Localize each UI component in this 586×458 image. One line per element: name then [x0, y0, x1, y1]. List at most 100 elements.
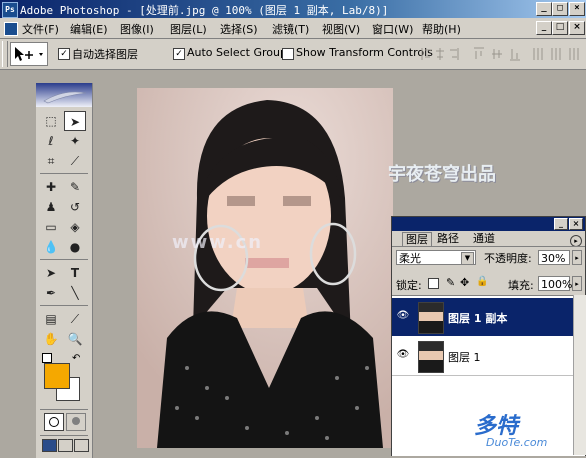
type-tool-icon[interactable]: T [64, 263, 86, 283]
menu-select[interactable]: 选择(S) [220, 21, 258, 37]
zoom-tool-icon[interactable]: 🔍 [64, 329, 86, 349]
marquee-tool-icon[interactable]: ⬚ [40, 111, 62, 131]
layer-thumbnail [418, 341, 444, 373]
menu-image[interactable]: 图像(I) [120, 21, 154, 37]
doc-close-button[interactable]: × [569, 21, 585, 35]
document-canvas[interactable] [137, 88, 393, 448]
notes-tool-icon[interactable]: ▤ [40, 309, 62, 329]
blend-mode-select[interactable]: 柔光 ▼ [396, 250, 476, 265]
toolbox: ⬚ ➤ ℓ ✦ ⌗ ⟋ ✚ ✎ ♟ ↺ ▭ ◈ 💧 ● ➤ T ✒ ╲ ▤ ⟋ … [36, 83, 93, 458]
lock-all-icon[interactable]: 🔒 [476, 276, 488, 287]
portrait-photo [137, 88, 393, 448]
crop-tool-icon[interactable]: ⌗ [40, 151, 62, 171]
blend-mode-value: 柔光 [399, 252, 421, 265]
document-icon[interactable] [4, 22, 18, 36]
panel-divider [392, 246, 585, 247]
opacity-input[interactable]: 30% [538, 250, 570, 265]
healing-brush-tool-icon[interactable]: ✚ [40, 177, 62, 197]
fill-slider-toggle-icon[interactable]: ▸ [572, 276, 582, 291]
history-brush-tool-icon[interactable]: ↺ [64, 197, 86, 217]
quick-mask-icon[interactable] [66, 413, 86, 431]
auto-select-groups-checkbox[interactable]: ✓ [173, 48, 185, 60]
grip-handle[interactable] [2, 41, 8, 67]
auto-select-groups-label: Auto Select Groups [187, 46, 293, 59]
opacity-label: 不透明度: [484, 252, 532, 265]
canvas-watermark: 宇夜苍穹出品 [388, 164, 496, 185]
foreground-color-swatch[interactable] [44, 363, 70, 389]
minimize-button[interactable]: _ [536, 2, 552, 16]
auto-select-layer-label: 自动选择图层 [72, 48, 138, 61]
doc-restore-button[interactable]: □ [552, 21, 568, 35]
lock-position-icon[interactable]: ✥ [460, 276, 469, 289]
line-tool-icon[interactable]: ╲ [64, 283, 86, 303]
lock-pixels-icon[interactable]: ✎ [446, 276, 455, 289]
eyedropper-tool-icon[interactable]: ⟋ [64, 309, 86, 329]
panel-close-button[interactable]: × [569, 218, 583, 230]
layers-panel-titlebar[interactable]: _ × [392, 217, 585, 231]
full-screen-icon[interactable] [74, 439, 89, 452]
tab-channels[interactable]: 通道 [470, 232, 498, 246]
menu-window[interactable]: 窗口(W) [372, 21, 413, 37]
slice-tool-icon[interactable]: ⟋ [64, 151, 86, 171]
fill-input[interactable]: 100% [538, 276, 572, 291]
layer-row[interactable]: 👁 图层 1 [392, 337, 585, 376]
brand-watermark-url: DuoTe.com [486, 436, 548, 449]
pen-tool-icon[interactable]: ✒ [40, 283, 62, 303]
lasso-tool-icon[interactable]: ℓ [40, 131, 62, 151]
opacity-slider-toggle-icon[interactable]: ▸ [572, 250, 582, 265]
menu-file[interactable]: 文件(F) [22, 21, 59, 37]
standard-screen-icon[interactable] [42, 439, 57, 452]
toolbox-header-feather-icon[interactable] [36, 83, 92, 107]
eye-icon[interactable]: 👁 [396, 349, 410, 361]
tool-preset-picker[interactable] [10, 42, 48, 66]
tab-layers[interactable]: 图层 [402, 232, 432, 247]
layer-row-selected[interactable]: 👁 图层 1 副本 [392, 298, 585, 336]
chevron-down-icon: ▼ [461, 252, 474, 265]
menu-help[interactable]: 帮助(H) [422, 21, 461, 37]
show-transform-checkbox[interactable] [282, 48, 294, 60]
menu-layer[interactable]: 图层(L) [170, 21, 207, 37]
menu-filter[interactable]: 滤镜(T) [272, 21, 309, 37]
toolbox-divider [40, 435, 88, 436]
fill-label: 填充: [508, 279, 534, 292]
toolbox-divider [40, 259, 88, 260]
blur-tool-icon[interactable]: 💧 [40, 237, 62, 257]
paint-bucket-tool-icon[interactable]: ◈ [64, 217, 86, 237]
show-transform-label: Show Transform Controls [296, 46, 433, 59]
toolbox-divider [40, 173, 88, 174]
eye-icon[interactable]: 👁 [396, 310, 410, 322]
lock-label: 锁定: [396, 279, 422, 292]
align-buttons-group[interactable] [418, 45, 584, 63]
path-selection-tool-icon[interactable]: ➤ [40, 263, 62, 283]
eraser-tool-icon[interactable]: ▭ [40, 217, 62, 237]
default-colors-icon[interactable] [42, 353, 52, 363]
menu-view[interactable]: 视图(V) [322, 21, 360, 37]
tab-paths[interactable]: 路径 [434, 232, 462, 246]
canvas-overlay-text: www.cn [172, 232, 264, 253]
lock-transparency-icon[interactable] [428, 278, 439, 289]
standard-mode-icon[interactable] [44, 413, 64, 431]
workspace-background [0, 70, 36, 458]
swap-colors-icon[interactable]: ↶ [72, 353, 80, 364]
menu-edit[interactable]: 编辑(E) [70, 21, 108, 37]
dodge-tool-icon[interactable]: ● [64, 237, 86, 257]
layers-scrollbar[interactable] [573, 295, 586, 455]
move-tool-icon [15, 47, 43, 61]
photoshop-logo-icon: Ps [2, 2, 18, 18]
magic-wand-tool-icon[interactable]: ✦ [64, 131, 86, 151]
full-screen-menu-icon[interactable] [58, 439, 73, 452]
layer-name: 图层 1 [448, 351, 481, 364]
maximize-button[interactable]: □ [552, 2, 568, 16]
auto-select-layer-checkbox[interactable]: ✓ [58, 48, 70, 60]
move-tool-icon[interactable]: ➤ [64, 111, 86, 131]
window-title: Adobe Photoshop - [处理前.jpg @ 100% (图层 1 … [20, 4, 389, 17]
close-button[interactable]: × [569, 2, 585, 16]
toolbox-divider [40, 305, 88, 306]
panel-minimize-button[interactable]: _ [554, 218, 568, 230]
menu-bar: 文件(F) 编辑(E) 图像(I) 图层(L) 选择(S) 滤镜(T) 视图(V… [0, 18, 586, 39]
hand-tool-icon[interactable]: ✋ [40, 329, 62, 349]
layer-name: 图层 1 副本 [448, 312, 508, 325]
brush-tool-icon[interactable]: ✎ [64, 177, 86, 197]
doc-minimize-button[interactable]: _ [536, 21, 552, 35]
clone-stamp-tool-icon[interactable]: ♟ [40, 197, 62, 217]
